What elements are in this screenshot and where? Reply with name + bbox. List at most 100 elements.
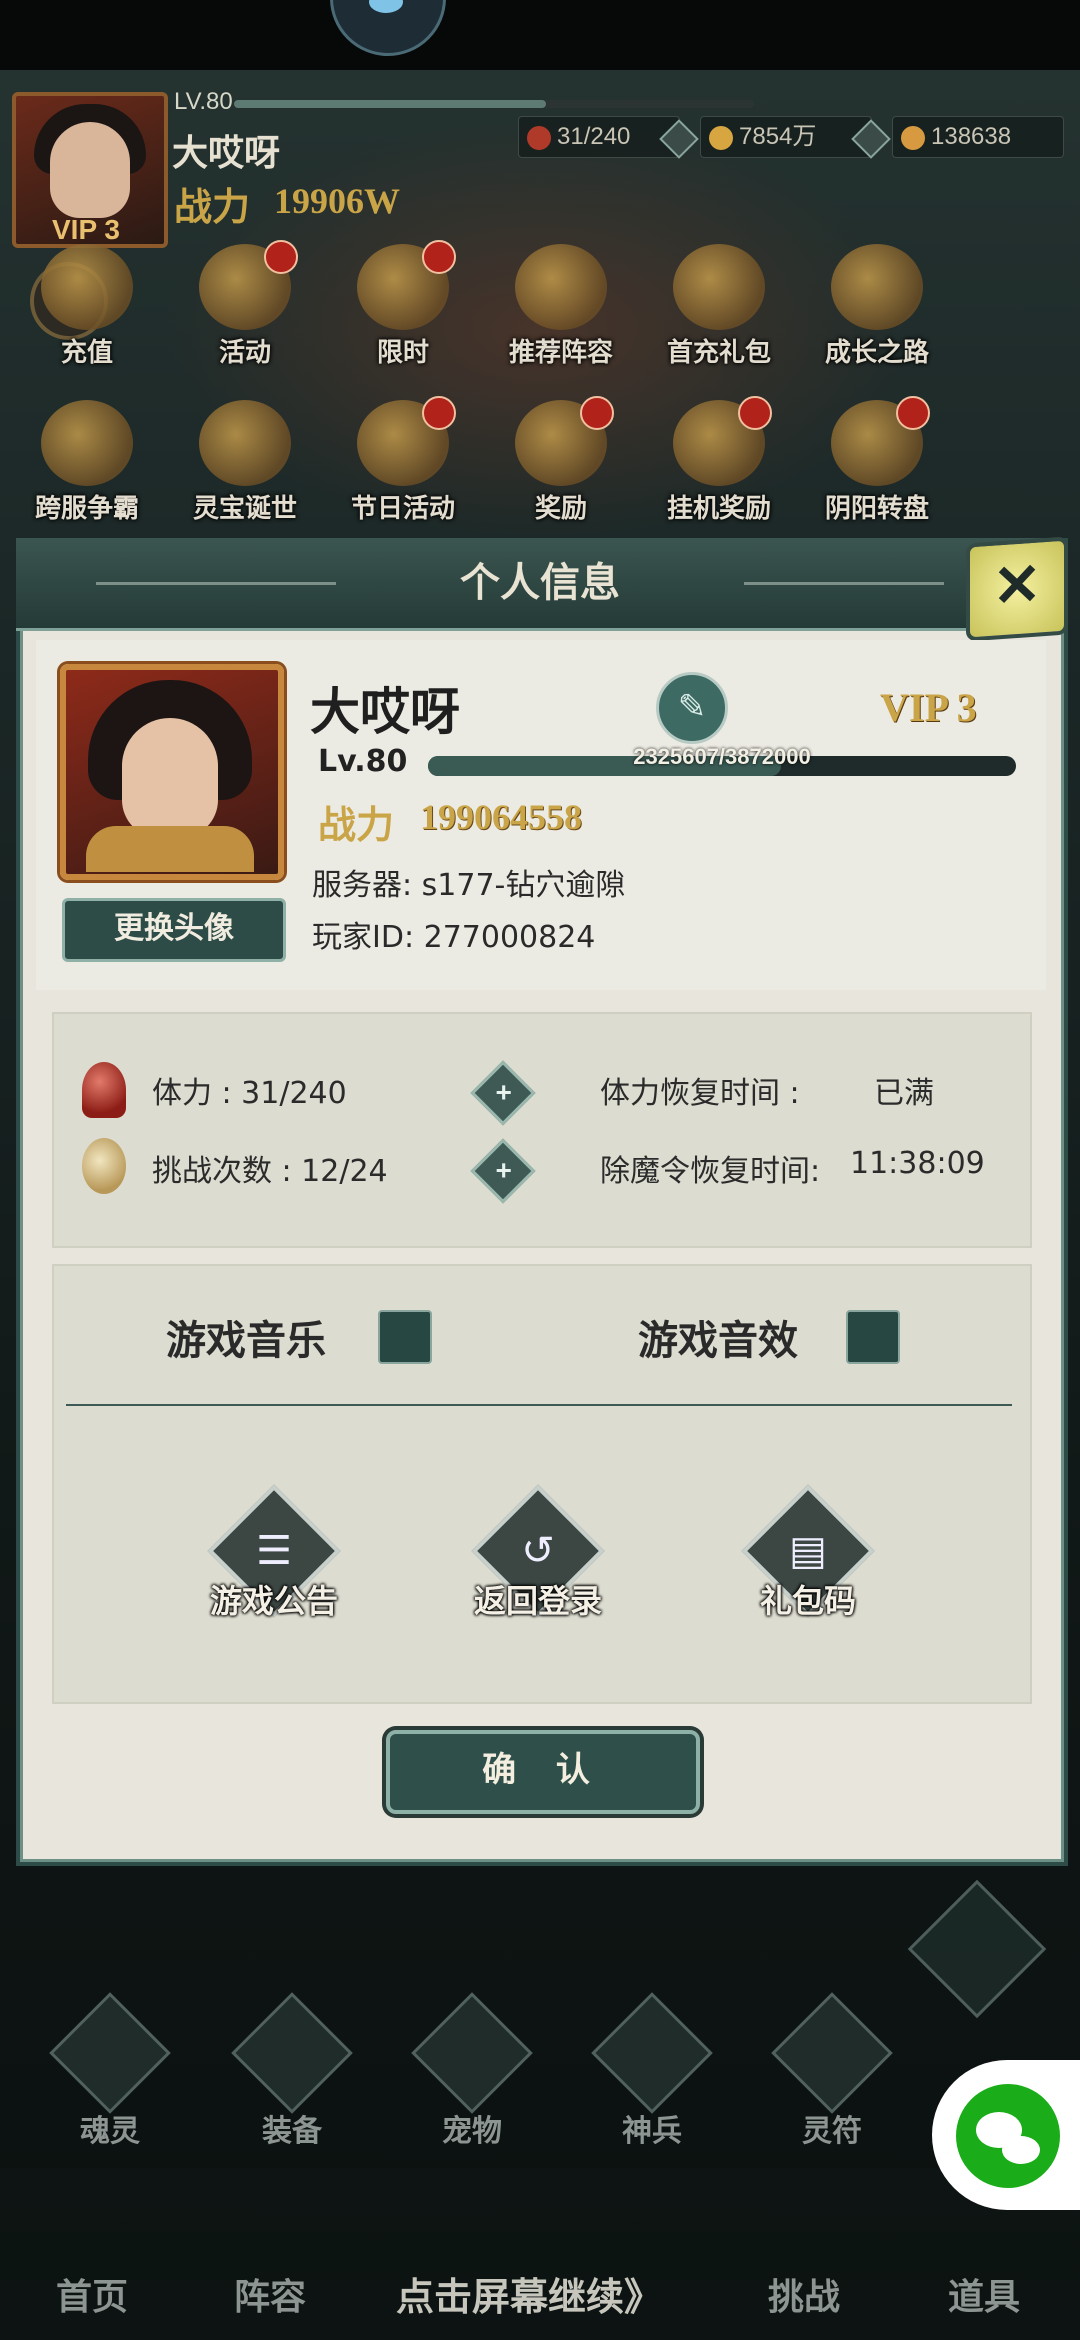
stamina-count: 体力 : 31/240 [152,1076,347,1111]
plus-icon: + [495,1076,512,1108]
notification-dot [738,396,772,430]
stamina-recover-value: 已满 [874,1076,934,1111]
edit-name-button[interactable]: ✎ [656,672,728,744]
header-player-name: 大哎呀 [172,133,281,174]
challenge-token-icon [82,1138,126,1194]
plus-icon: + [495,1154,512,1186]
title-ornament-left [96,582,336,585]
activity-2-3[interactable]: 奖励 [486,396,636,530]
confirm-label: 确 认 [482,1750,604,1790]
activity-label: 奖励 [534,494,587,524]
activity-1-2[interactable]: 限时 [328,240,478,374]
bg-menu-talisman[interactable]: 灵符 [762,1992,902,2150]
top-bar [0,0,1080,70]
activity-icon [673,244,765,330]
activity-icon [831,244,923,330]
nav-challenge[interactable]: 挑战 [734,2268,874,2320]
equipment-icon [231,1992,353,2114]
player-id-info: 玩家ID: 277000824 [312,912,595,956]
profile-vip-level: VIP 3 [880,685,977,730]
token-recover-value: 11:38:09 [850,1146,985,1181]
exp-progress-text: 2325607/3872000 [633,744,811,769]
tap-to-continue[interactable]: 点击屏幕继续》 [396,2266,662,2321]
activity-icon [199,400,291,486]
bg-menu-equipment[interactable]: 装备 [222,1992,362,2150]
gift-code-button[interactable]: ▤ 礼包码 [718,1484,898,1622]
wechat-float-button[interactable] [932,2060,1080,2210]
change-avatar-button[interactable]: 更换头像 [62,898,286,962]
activity-icon [41,244,133,330]
gold-coin-icon [709,125,733,150]
header-power-value: 19906W [274,181,400,221]
header-level-bar [234,100,754,108]
return-login-label: 返回登录 [473,1582,602,1620]
profile-level: Lv.80 [318,744,408,779]
resource-gold-value: 7854万 [739,123,817,150]
activity-2-2[interactable]: 节日活动 [328,396,478,530]
server-info: 服务器: s177-钻穴逾隙 [312,860,625,904]
settings-divider [66,1404,1012,1406]
activity-label: 推荐阵容 [508,338,613,368]
server-label: 服务器: [312,868,413,903]
activity-label: 限时 [376,338,429,368]
profile-avatar[interactable] [60,664,284,880]
dialog-title: 个人信息 [460,560,620,606]
profile-player-name: 大哎呀 [310,683,460,741]
sfx-checkbox[interactable] [846,1310,900,1364]
close-x-icon: ✕ [992,551,1042,620]
activity-label: 成长之路 [824,338,929,368]
activity-label: 活动 [218,338,271,368]
game-notice-button[interactable]: ☰ 游戏公告 [184,1484,364,1622]
activity-1-5[interactable]: 成长之路 [802,244,952,374]
bg-menu-weapon[interactable]: 神兵 [582,1992,722,2150]
token-recover-label: 除魔令恢复时间: [600,1154,821,1189]
stamina-recover-label: 体力恢复时间 : [600,1076,800,1111]
stamina-orb-icon [527,125,551,150]
player-id-value: 277000824 [423,920,596,955]
resource-ingot-value: 138638 [931,123,1012,150]
profile-power-label: 战力 [318,803,395,847]
header-power-label: 战力 [174,185,251,229]
return-login-button[interactable]: ↺ 返回登录 [448,1484,628,1622]
activity-label: 挂机奖励 [666,494,771,524]
header-vip-badge: VIP 3 [52,214,120,245]
activity-1-0[interactable]: 充值 [12,244,162,374]
resource-ingot[interactable]: 138638 [892,116,1064,158]
activity-label: 跨服争霸 [34,494,139,524]
activity-2-1[interactable]: 灵宝诞世 [170,400,320,530]
close-button[interactable]: ✕ [966,536,1068,642]
resource-stamina[interactable]: 31/240 [518,116,699,159]
activity-1-1[interactable]: 活动 [170,240,320,374]
nav-items[interactable]: 道具 [914,2268,1054,2320]
activity-icon [515,244,607,330]
soul-icon [49,1992,171,2114]
wechat-icon [956,2084,1060,2188]
activity-1-3[interactable]: 推荐阵容 [486,244,636,374]
bg-menu-pet[interactable]: 宠物 [402,1992,542,2150]
nav-home[interactable]: 首页 [22,2268,162,2320]
notification-dot [422,396,456,430]
challenge-count: 挑战次数 : 12/24 [152,1154,388,1189]
activity-label: 充值 [60,338,113,368]
weapon-icon [591,1992,713,2114]
music-checkbox[interactable] [378,1310,432,1364]
activity-label: 节日活动 [350,494,455,524]
music-label: 游戏音乐 [166,1318,326,1364]
stamina-panel [52,1012,1032,1248]
activity-icon [41,400,133,486]
activity-2-4[interactable]: 挂机奖励 [644,396,794,530]
game-notice-label: 游戏公告 [209,1582,338,1620]
notification-dot [580,396,614,430]
pet-menu-icon [411,1992,533,2114]
title-ornament-right [744,582,944,585]
activity-2-0[interactable]: 跨服争霸 [12,400,162,530]
server-value: s177-钻穴逾隙 [421,868,626,903]
confirm-button[interactable]: 确 认 [386,1730,700,1814]
nav-lineup[interactable]: 阵容 [200,2268,340,2320]
bg-menu-soul[interactable]: 魂灵 [40,1992,180,2150]
header-level: LV.80 [174,88,233,115]
resource-gold[interactable]: 7854万 [700,116,891,159]
activity-2-5[interactable]: 阴阳转盘 [802,396,952,530]
notification-dot [264,240,298,274]
activity-1-4[interactable]: 首充礼包 [644,244,794,374]
